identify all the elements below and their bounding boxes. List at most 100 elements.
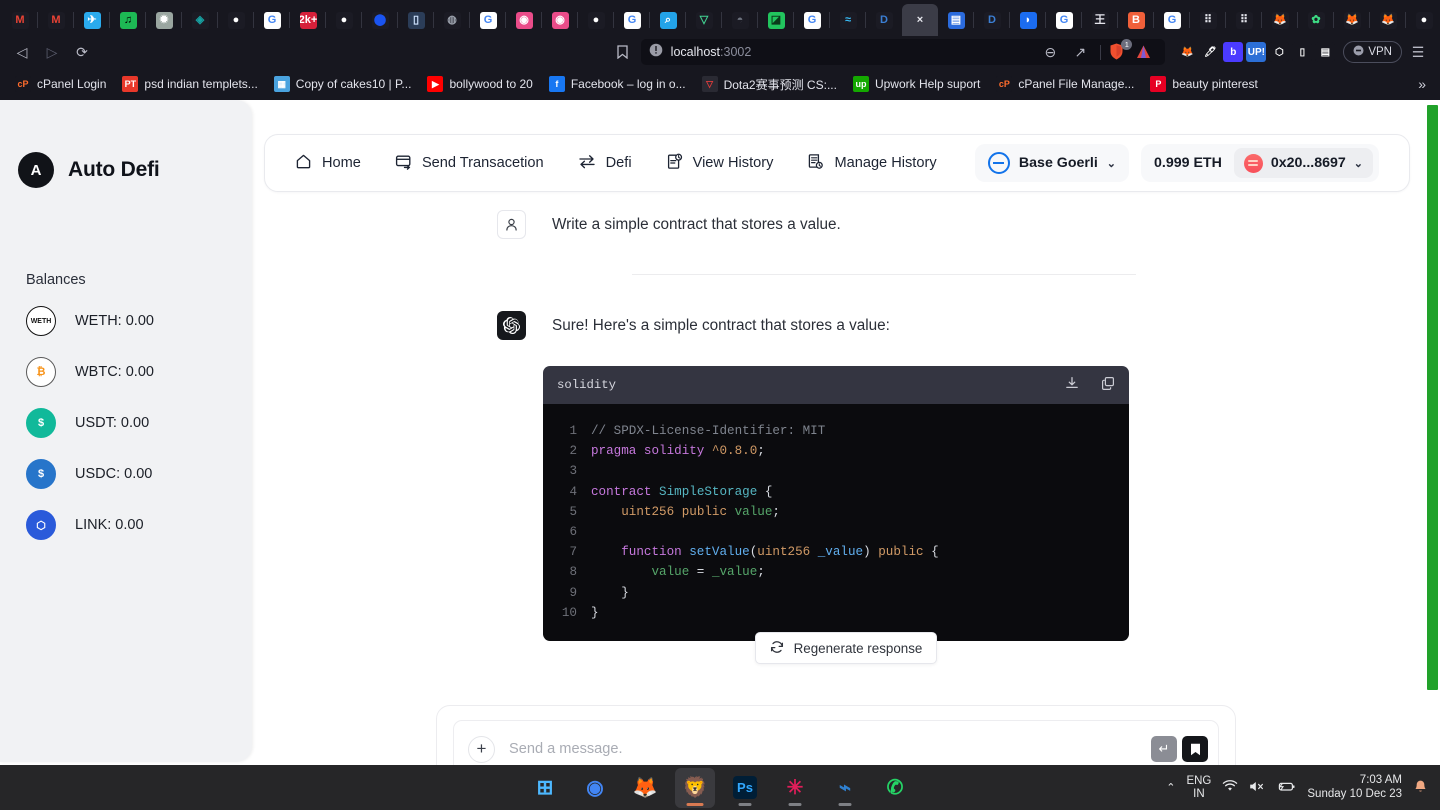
metamask-tab-2[interactable]: 🦊 [1333,4,1370,36]
grid-tab[interactable]: ⠿ [1189,4,1226,36]
spotify-tab[interactable]: ♫ [109,4,146,36]
regenerate-response-button[interactable]: Regenerate response [754,632,938,665]
sidebar-extension[interactable]: ▯ [1292,42,1313,62]
bitly-extension[interactable]: b [1223,42,1244,62]
add-attachment-button[interactable]: + [468,735,495,763]
blue-tab[interactable]: ◗ [1009,4,1046,36]
google-tab-2[interactable]: G [469,4,506,36]
google-tab-3[interactable]: G [613,4,650,36]
start-button[interactable]: ⊞ [525,768,565,808]
brand-tab[interactable]: B [1117,4,1154,36]
ninja-tab[interactable]: ✿ [1297,4,1334,36]
network-selector[interactable]: Base Goerli ⌄ [974,144,1129,182]
brave-rewards-icon[interactable] [1129,39,1157,65]
bookmark-item[interactable]: PT psd indian templets... [115,73,264,95]
forward-button[interactable]: ▷ [38,39,66,65]
bookmark-item[interactable]: f Facebook – log in o... [542,73,693,95]
nav-item-manage-history[interactable]: Manage History [807,153,937,174]
code-line: 4 contract SimpleStorage { [543,482,1129,502]
vscode-app[interactable]: ⌁ [825,768,865,808]
wallet-extension[interactable]: ▤ [1315,42,1336,62]
download-icon[interactable] [1065,376,1079,394]
code-line-number: 5 [569,504,577,519]
earth-tab[interactable]: ◍ [433,4,470,36]
teal-tab[interactable]: ◈ [181,4,218,36]
github-tab-3[interactable]: ● [577,4,614,36]
nav-item-home[interactable]: Home [295,153,361,174]
telegram-tab[interactable]: ✈ [73,4,110,36]
composer[interactable]: + ↵ [453,720,1219,765]
favicon-icon: ≈ [839,11,857,29]
photoshop-app[interactable]: Ps [725,768,765,808]
gitbook-tab[interactable]: ▯ [397,4,434,36]
metamask-tab-3[interactable]: 🦊 [1369,4,1406,36]
wang-tab[interactable]: 王 [1081,4,1118,36]
vercel-tab[interactable]: ▽ [685,4,722,36]
chrome-app[interactable]: ◉ [575,768,615,808]
colorpick-extension[interactable]: 🖊 [1200,42,1221,62]
nav-item-view-history[interactable]: View History [666,153,773,174]
address-bar[interactable]: localhost:3002 ⊖ ↗ 1 [640,39,1166,65]
send-message-button[interactable]: ↵ [1151,736,1177,762]
nav-label-home: Home [322,155,361,171]
share-icon[interactable]: ↗ [1066,39,1094,65]
brave-app[interactable]: 🦁 [675,767,715,808]
tailwind-tab[interactable]: ≈ [829,4,866,36]
google-tab-5[interactable]: G [1045,4,1082,36]
github-tab-2[interactable]: ● [325,4,362,36]
dev-tab-2[interactable]: D [973,4,1010,36]
copy-icon[interactable] [1101,376,1115,394]
firefox-app[interactable]: 🦊 [625,768,665,808]
bookmark-item[interactable]: cP cPanel Login [8,73,113,95]
google-tab-6[interactable]: G [1153,4,1190,36]
bookmarks-overflow-button[interactable]: » [1412,76,1432,92]
bookmark-this-page-icon[interactable] [609,39,637,65]
google-tab-4[interactable]: G [793,4,830,36]
puzzle-extension[interactable]: ⬡ [1269,42,1290,62]
back-button[interactable]: ◁ [8,39,36,65]
save-message-button[interactable] [1182,736,1208,762]
dribbble-tab[interactable]: ◉ [505,4,542,36]
bookmark-item[interactable]: ▽ Dota2赛事预测 CS:... [695,73,844,96]
site-info-icon[interactable] [649,43,663,62]
gmail-tab[interactable]: M [2,4,38,36]
google-tab[interactable]: G [253,4,290,36]
grid-tab-2[interactable]: ⠿ [1225,4,1262,36]
search-tab[interactable]: ⌕ [649,4,686,36]
2k-tab[interactable]: 2k+ [289,4,326,36]
bookmark-item[interactable]: up Upwork Help suport [846,73,987,95]
wallet-chip[interactable]: 0.999 ETH 0x20...8697 ⌄ [1141,144,1379,182]
dev-tab[interactable]: D [865,4,902,36]
whatsapp-app[interactable]: ✆ [875,768,915,808]
bookmark-item[interactable]: Pbeauty pinterest [1143,73,1264,95]
brave-shields-button[interactable]: 1 [1107,39,1133,62]
slack-app[interactable]: ✳ [775,768,815,808]
vpn-button[interactable]: VPN [1343,41,1402,63]
page-scrollbar[interactable] [1427,105,1438,690]
running-indicator [788,802,802,806]
browser-menu-button[interactable]: ☰ [1404,39,1432,65]
active-localhost-tab[interactable]: × [902,4,938,36]
message-input[interactable] [509,741,1137,757]
nav-item-send-transaction[interactable]: Send Transacetion [395,153,544,174]
account-pill[interactable]: 0x20...8697 ⌄ [1233,148,1373,178]
github-tab[interactable]: ● [217,4,254,36]
openai-tab[interactable]: ✹ [145,4,182,36]
metamask-tab[interactable]: 🦊 [1261,4,1298,36]
gmail-tab-2[interactable]: M [37,4,74,36]
zoom-out-icon[interactable]: ⊖ [1036,39,1064,65]
github-tab-4[interactable]: ● [1405,4,1440,36]
bookmark-item[interactable]: ▶ bollywood to 20 [420,73,539,95]
reload-button[interactable]: ⟳ [68,39,96,65]
metamask-extension[interactable]: 🦊 [1177,42,1198,62]
base-tab[interactable]: ⬤ [361,4,398,36]
dribbble-tab-2[interactable]: ◉ [541,4,578,36]
bookmark-item[interactable]: ▦ Copy of cakes10 | P... [267,73,419,95]
bookmark-item[interactable]: cP cPanel File Manage... [989,73,1141,95]
nav-item-defi[interactable]: Defi [578,153,632,174]
eye-tab[interactable]: ◓ [721,4,758,36]
code-content: 1 // SPDX-License-Identifier: MIT 2 pragma … [543,404,1129,642]
green-tab[interactable]: ◪ [757,4,794,36]
up-extension[interactable]: UP! [1246,42,1267,62]
docs-tab[interactable]: ▤ [938,4,974,36]
